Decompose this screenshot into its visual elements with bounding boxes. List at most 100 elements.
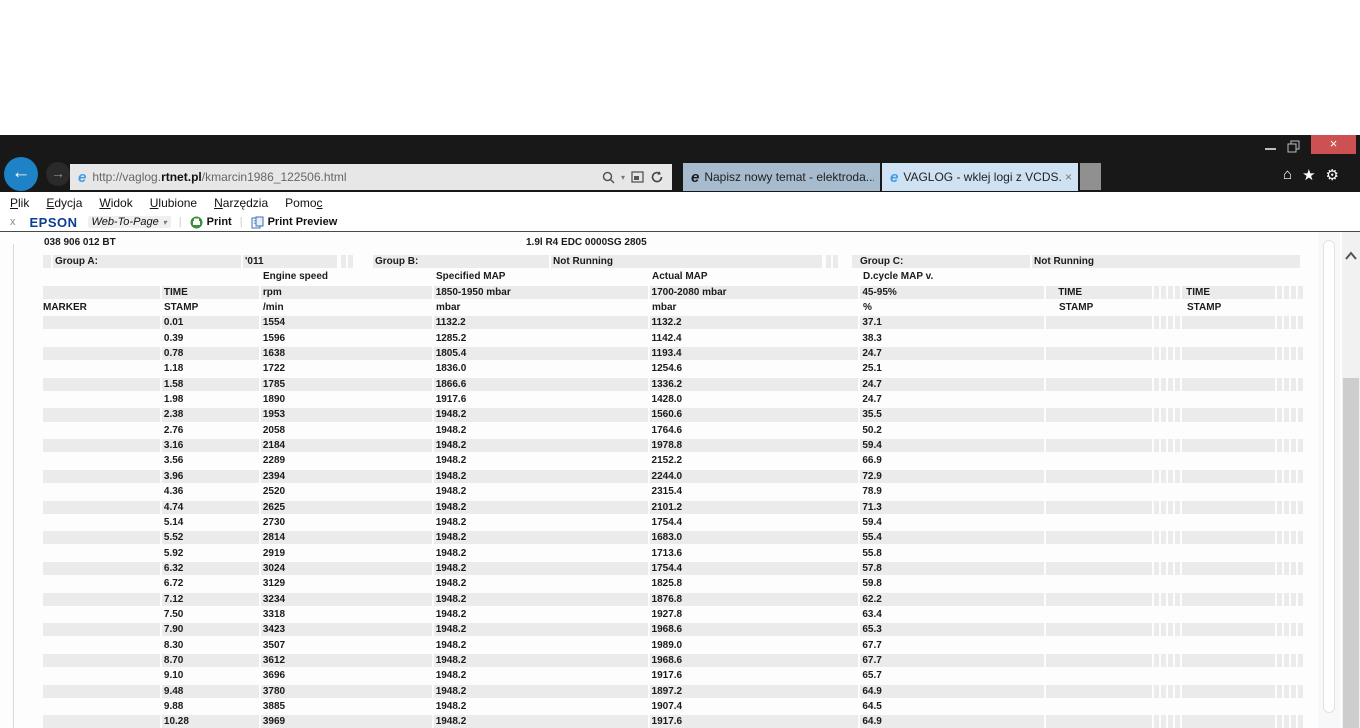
table-cell (1182, 623, 1276, 637)
table-cell (43, 623, 160, 637)
table-cell (1168, 347, 1174, 361)
table-cell (1277, 715, 1283, 728)
unit-stamp-3: STAMP (1187, 302, 1222, 314)
table-cell (1277, 561, 1283, 575)
menu-widok[interactable]: Widok (99, 196, 132, 210)
scroll-up-icon[interactable] (1344, 248, 1358, 266)
forward-button[interactable]: → (46, 162, 70, 186)
back-button[interactable]: ← (4, 157, 38, 191)
toolbar-close-icon[interactable]: x (10, 216, 16, 228)
table-cell (1161, 608, 1166, 621)
table-cell (1298, 377, 1304, 391)
table-cell (1046, 316, 1153, 330)
table-cell (1277, 393, 1282, 406)
table-cell: 67.7 (860, 653, 1045, 668)
table-cell (43, 577, 160, 590)
table-cell: 3507 (262, 639, 286, 651)
table-cell (1154, 623, 1160, 637)
restore-button[interactable] (1287, 140, 1300, 158)
table-cell (43, 316, 160, 330)
table-cell: 1917.6 (649, 715, 859, 728)
table-cell (43, 715, 160, 728)
table-cell (1161, 316, 1167, 330)
table-cell (43, 669, 160, 682)
table-cell (1161, 393, 1166, 406)
table-cell (1277, 577, 1282, 590)
tab-close-icon[interactable]: × (1061, 170, 1072, 184)
log-table-body: 0.01 1554 1132.2 1132.2 37.1 0.39 1596 1285.2 11… (43, 316, 1305, 728)
table-cell: 1948.2 (433, 623, 648, 637)
print-preview-button[interactable]: Print Preview (251, 216, 337, 229)
table-cell (1298, 469, 1304, 483)
window-scrollbar-thumb[interactable] (1343, 378, 1359, 728)
page-scrollbar[interactable] (1318, 232, 1340, 728)
table-cell (1168, 424, 1173, 437)
table-cell (1046, 439, 1153, 453)
favorites-star-icon[interactable]: ★ (1302, 166, 1315, 184)
compatibility-page-icon[interactable] (631, 171, 644, 183)
table-cell: 38.3 (862, 332, 882, 344)
table-cell (1046, 561, 1153, 575)
table-cell (1046, 639, 1152, 652)
menu-ulubione[interactable]: Ulubione (150, 196, 197, 210)
unit-stamp: STAMP (164, 302, 199, 314)
refresh-icon[interactable] (650, 170, 664, 184)
table-cell (1046, 623, 1153, 637)
table-cell (1168, 531, 1174, 545)
table-cell (1154, 347, 1160, 361)
page-scrollbar-thumb[interactable] (1323, 240, 1335, 713)
tab-napisz-nowy-temat[interactable]: e Napisz nowy temat - elektroda... (683, 163, 880, 191)
table-cell: 63.4 (862, 608, 882, 620)
table-cell (43, 700, 160, 713)
table-cell (1175, 531, 1181, 545)
menu-edycja[interactable]: Edycja (46, 196, 82, 210)
settings-gear-icon[interactable]: ⚙ (1326, 166, 1339, 184)
table-cell: 55.4 (860, 531, 1045, 545)
table-cell (1161, 485, 1166, 498)
table-cell (43, 439, 160, 453)
separator: | (239, 216, 243, 228)
table-cell (1182, 424, 1275, 437)
table-cell (1277, 485, 1282, 498)
menu-plik[interactable]: Plik (10, 196, 29, 210)
address-bar[interactable]: e http://vaglog.rtnet.pl/kmarcin1986_122… (70, 164, 672, 190)
table-cell (1284, 500, 1290, 514)
table-cell (43, 408, 160, 422)
table-cell (1284, 577, 1289, 590)
table-cell (1168, 577, 1173, 590)
search-icon[interactable] (602, 171, 615, 184)
window-scrollbar[interactable] (1342, 232, 1360, 728)
tab-vaglog-active[interactable]: e VAGLOG - wklej logi z VCDS... × (882, 163, 1078, 191)
table-cell (1291, 316, 1297, 330)
new-tab-button[interactable] (1080, 163, 1101, 190)
table-cell (1161, 639, 1166, 652)
close-button[interactable]: × (1311, 135, 1356, 154)
table-cell (1161, 547, 1166, 560)
web-to-page-dropdown[interactable]: Web-To-Page ▾ (87, 216, 171, 228)
table-cell (1161, 424, 1166, 437)
chevron-down-icon[interactable]: ▾ (621, 173, 625, 182)
table-cell (1284, 592, 1290, 606)
table-cell (1277, 653, 1283, 668)
table-cell (1284, 316, 1290, 330)
menu-narzedzia[interactable]: Narzędzia (214, 196, 268, 210)
table-cell: 1948.2 (435, 700, 467, 712)
table-cell (1168, 485, 1173, 498)
print-button[interactable]: Print (190, 216, 232, 229)
table-cell (1046, 547, 1152, 560)
table-cell (1161, 347, 1167, 361)
table-cell (1284, 639, 1289, 652)
table-cell (43, 332, 160, 345)
minimize-button[interactable] (1265, 148, 1276, 150)
menu-pomoc[interactable]: Pomoc (285, 196, 322, 210)
table-row: 9.48 3780 1948.2 1897.2 64.9 (43, 684, 1305, 698)
table-cell (1291, 608, 1296, 621)
table-cell (1175, 700, 1180, 713)
table-cell (1175, 332, 1180, 345)
table-cell: 3612 (260, 653, 432, 668)
table-cell (1298, 547, 1303, 560)
home-icon[interactable]: ⌂ (1283, 166, 1292, 184)
table-cell (1154, 669, 1159, 682)
table-cell (1154, 285, 1160, 299)
table-row: 9.88 3885 1948.2 1907.4 64.5 (43, 700, 1305, 713)
